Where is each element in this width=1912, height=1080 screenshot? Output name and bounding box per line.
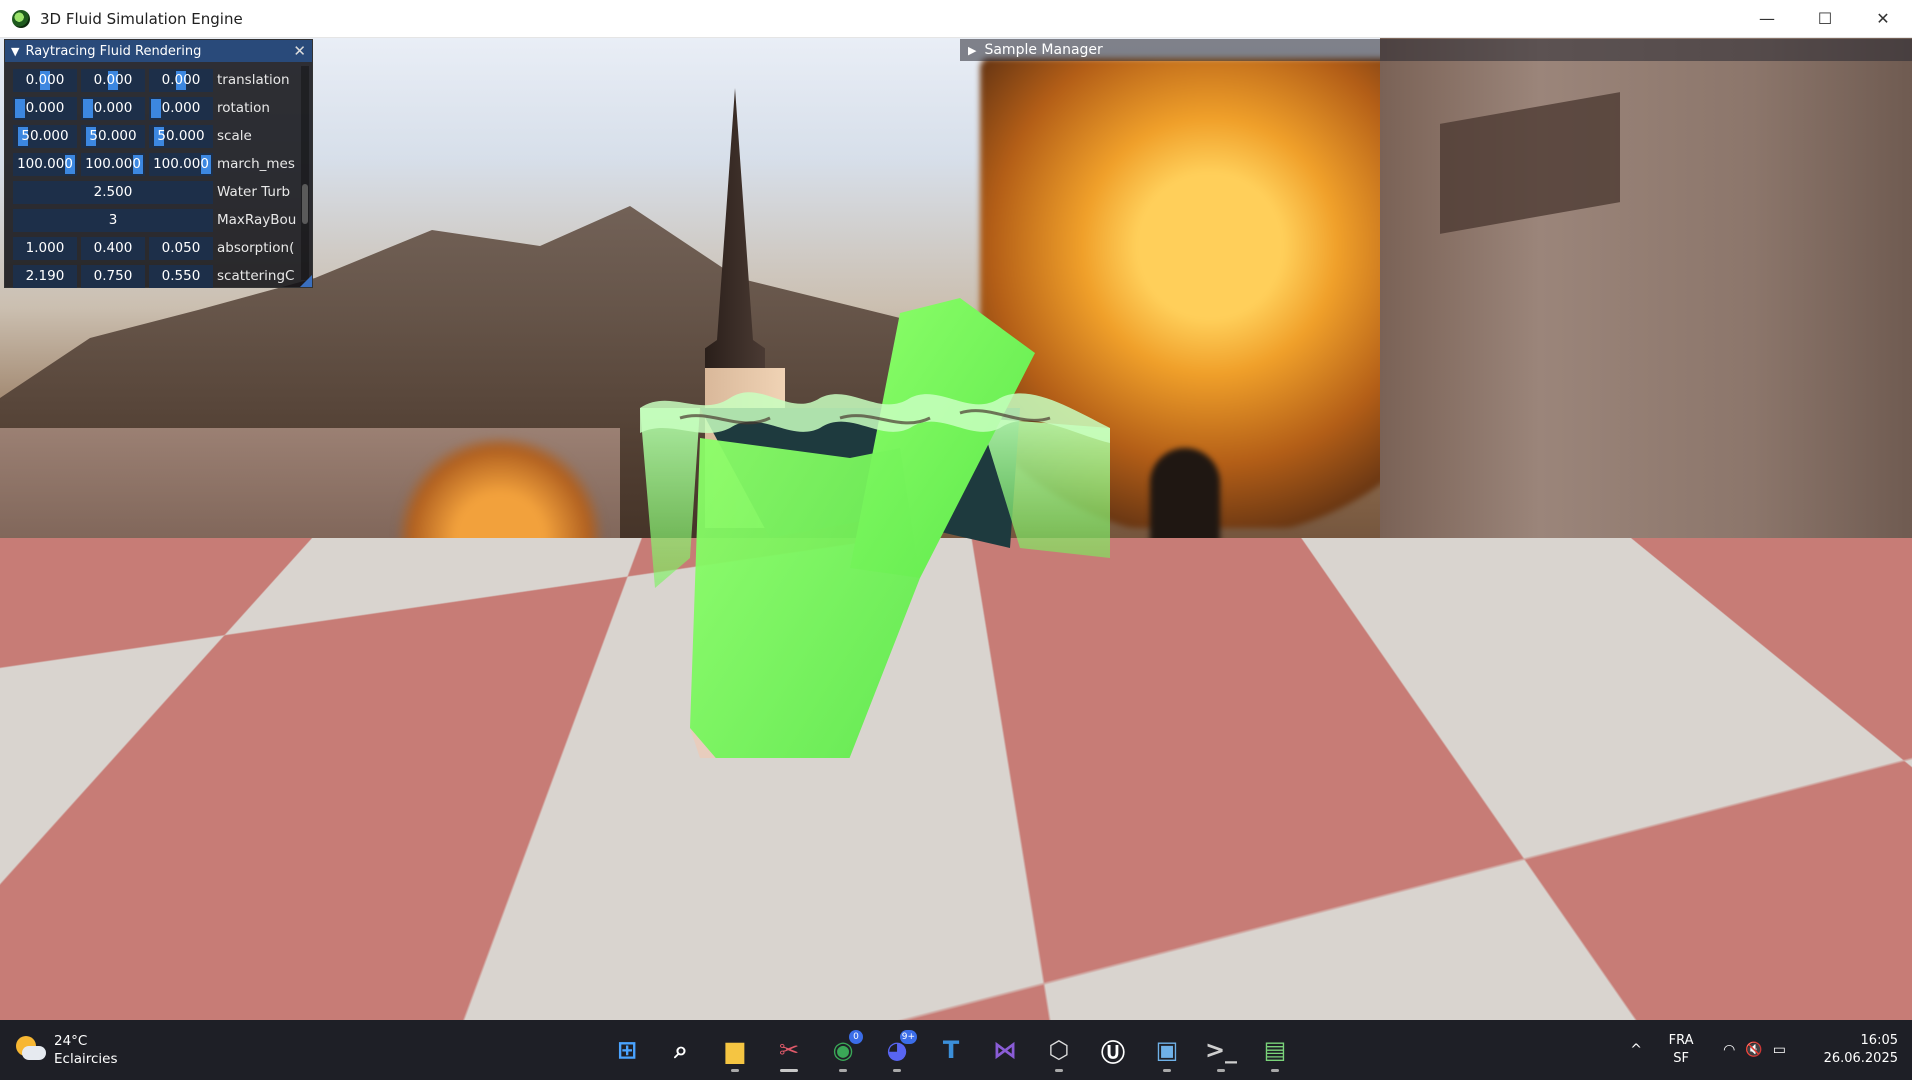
- march-mesh-label: march_mes: [217, 156, 299, 172]
- running-indicator: [1163, 1069, 1171, 1072]
- running-indicator: [1217, 1069, 1225, 1072]
- terminal-icon[interactable]: >_: [1199, 1028, 1243, 1072]
- typora-icon[interactable]: T: [929, 1028, 973, 1072]
- row-water-turbulence: 2.500 Water Turb: [13, 178, 312, 206]
- scattering-g-field[interactable]: 0.750: [81, 265, 145, 288]
- sample-manager-header[interactable]: ▶ Sample Manager: [960, 39, 1912, 61]
- running-indicator: [731, 1069, 739, 1072]
- scattering-r-field[interactable]: 2.190: [13, 265, 77, 288]
- notification-badge: 9+: [900, 1030, 917, 1044]
- clock-time: 16:05: [1798, 1032, 1898, 1050]
- app-icon: [12, 10, 30, 28]
- collapse-triangle-icon[interactable]: ▼: [11, 45, 19, 58]
- scattering-b-field[interactable]: 0.550: [149, 265, 213, 288]
- start-button-icon[interactable]: ⊞: [605, 1028, 649, 1072]
- rotation-y-field[interactable]: 0.000: [81, 97, 145, 120]
- running-indicator: [839, 1069, 847, 1072]
- max-ray-bounces-field[interactable]: 3: [13, 209, 213, 232]
- absorption-label: absorption(: [217, 240, 299, 256]
- minimize-button[interactable]: —: [1738, 0, 1796, 38]
- row-march-mesh: 100.000 100.000 100.000 march_mes: [13, 150, 312, 178]
- snipping-tool-icon[interactable]: ✂: [767, 1028, 811, 1072]
- unreal-engine-icon[interactable]: Ⓤ: [1091, 1028, 1135, 1072]
- weather-condition: Eclaircies: [54, 1050, 118, 1068]
- panel-titlebar[interactable]: ▼ Raytracing Fluid Rendering ✕: [5, 40, 312, 62]
- weather-temp: 24°C: [54, 1032, 118, 1050]
- windows-taskbar: 24°C Eclaircies ⊞ ⌕ ▆ ✂ ◉ 0 ◕ 9+ T ⋈ ⬡ Ⓤ ▣ >_ ▤ ^ FRA …: [0, 1020, 1912, 1080]
- search-button-icon[interactable]: ⌕: [659, 1028, 703, 1072]
- panel-title: Raytracing Fluid Rendering: [25, 44, 201, 59]
- running-indicator: [893, 1069, 901, 1072]
- scale-label: scale: [217, 128, 299, 144]
- running-indicator: [780, 1069, 798, 1072]
- system-tray: ^ FRA SF ◠ 🔇 ▭ 16:05 26.06.2025: [1621, 1020, 1912, 1080]
- translation-z-field[interactable]: 0.000: [149, 69, 213, 92]
- chrome-icon[interactable]: ◉ 0: [821, 1028, 865, 1072]
- translation-label: translation: [217, 72, 299, 88]
- show-hidden-icons-chevron-icon[interactable]: ^: [1621, 1042, 1651, 1058]
- maximize-button[interactable]: ☐: [1796, 0, 1854, 38]
- rotation-x-field[interactable]: 0.000: [13, 97, 77, 120]
- translation-y-field[interactable]: 0.000: [81, 69, 145, 92]
- row-max-ray-bounces: 3 MaxRayBou: [13, 206, 312, 234]
- partly-sunny-icon: [14, 1034, 46, 1066]
- notification-badge: 0: [849, 1030, 863, 1044]
- fluid-volume: [620, 258, 1140, 758]
- lang-layout: SF: [1651, 1050, 1711, 1068]
- rotation-label: rotation: [217, 100, 299, 116]
- fluid-front: [690, 438, 920, 758]
- panel-rows: 0.000 0.000 0.000 translation 0.000 0.00…: [5, 62, 312, 290]
- close-button[interactable]: ✕: [1854, 0, 1912, 38]
- scale-y-field[interactable]: 50.000: [81, 125, 145, 148]
- file-explorer-icon[interactable]: ▆: [713, 1028, 757, 1072]
- rotation-z-field[interactable]: 0.000: [149, 97, 213, 120]
- march-mesh-z-field[interactable]: 100.000: [149, 153, 213, 176]
- panel-close-icon[interactable]: ✕: [293, 42, 306, 60]
- panel-resize-grip[interactable]: [300, 275, 312, 287]
- max-ray-bounces-label: MaxRayBou: [217, 212, 299, 228]
- discord-icon[interactable]: ◕ 9+: [875, 1028, 919, 1072]
- absorption-r-field[interactable]: 1.000: [13, 237, 77, 260]
- unity-icon[interactable]: ⬡: [1037, 1028, 1081, 1072]
- wifi-icon: ◠: [1723, 1042, 1735, 1058]
- visual-studio-icon[interactable]: ⋈: [983, 1028, 1027, 1072]
- row-translation: 0.000 0.000 0.000 translation: [13, 66, 312, 94]
- absorption-b-field[interactable]: 0.050: [149, 237, 213, 260]
- translation-x-field[interactable]: 0.000: [13, 69, 77, 92]
- raytracing-panel[interactable]: ▼ Raytracing Fluid Rendering ✕ 0.000 0.0…: [4, 39, 313, 288]
- battery-icon: ▭: [1773, 1042, 1786, 1058]
- app-window-icon[interactable]: ▣: [1145, 1028, 1189, 1072]
- scattering-label: scatteringC: [217, 268, 299, 284]
- row-scale: 50.000 50.000 50.000 scale: [13, 122, 312, 150]
- scrollbar-thumb[interactable]: [302, 184, 308, 224]
- row-scattering: 2.190 0.750 0.550 scatteringC: [13, 262, 312, 290]
- sample-manager-label: Sample Manager: [984, 42, 1102, 58]
- running-indicator: [1271, 1069, 1279, 1072]
- water-turbulence-field[interactable]: 2.500: [13, 181, 213, 204]
- panel-scrollbar[interactable]: [301, 66, 309, 280]
- volume-muted-icon: 🔇: [1745, 1042, 1762, 1058]
- scale-z-field[interactable]: 50.000: [149, 125, 213, 148]
- scale-x-field[interactable]: 50.000: [13, 125, 77, 148]
- fluid-app-icon[interactable]: ▤: [1253, 1028, 1297, 1072]
- window-controls: — ☐ ✕: [1738, 0, 1912, 38]
- water-turbulence-label: Water Turb: [217, 184, 299, 200]
- march-mesh-y-field[interactable]: 100.000: [81, 153, 145, 176]
- lang-code: FRA: [1651, 1032, 1711, 1050]
- taskbar-apps: ⊞ ⌕ ▆ ✂ ◉ 0 ◕ 9+ T ⋈ ⬡ Ⓤ ▣ >_ ▤: [600, 1020, 1302, 1080]
- row-absorption: 1.000 0.400 0.050 absorption(: [13, 234, 312, 262]
- weather-widget[interactable]: 24°C Eclaircies: [14, 1032, 214, 1068]
- input-language[interactable]: FRA SF: [1651, 1032, 1711, 1068]
- row-rotation: 0.000 0.000 0.000 rotation: [13, 94, 312, 122]
- quick-settings[interactable]: ◠ 🔇 ▭: [1723, 1042, 1786, 1058]
- window-title: 3D Fluid Simulation Engine: [40, 10, 243, 28]
- running-indicator: [1055, 1069, 1063, 1072]
- window-titlebar: 3D Fluid Simulation Engine — ☐ ✕: [0, 0, 1912, 38]
- absorption-g-field[interactable]: 0.400: [81, 237, 145, 260]
- march-mesh-x-field[interactable]: 100.000: [13, 153, 77, 176]
- clock[interactable]: 16:05 26.06.2025: [1798, 1032, 1898, 1068]
- clock-date: 26.06.2025: [1798, 1050, 1898, 1068]
- fluid-left-sheet: [640, 408, 700, 588]
- expand-triangle-icon[interactable]: ▶: [968, 44, 976, 57]
